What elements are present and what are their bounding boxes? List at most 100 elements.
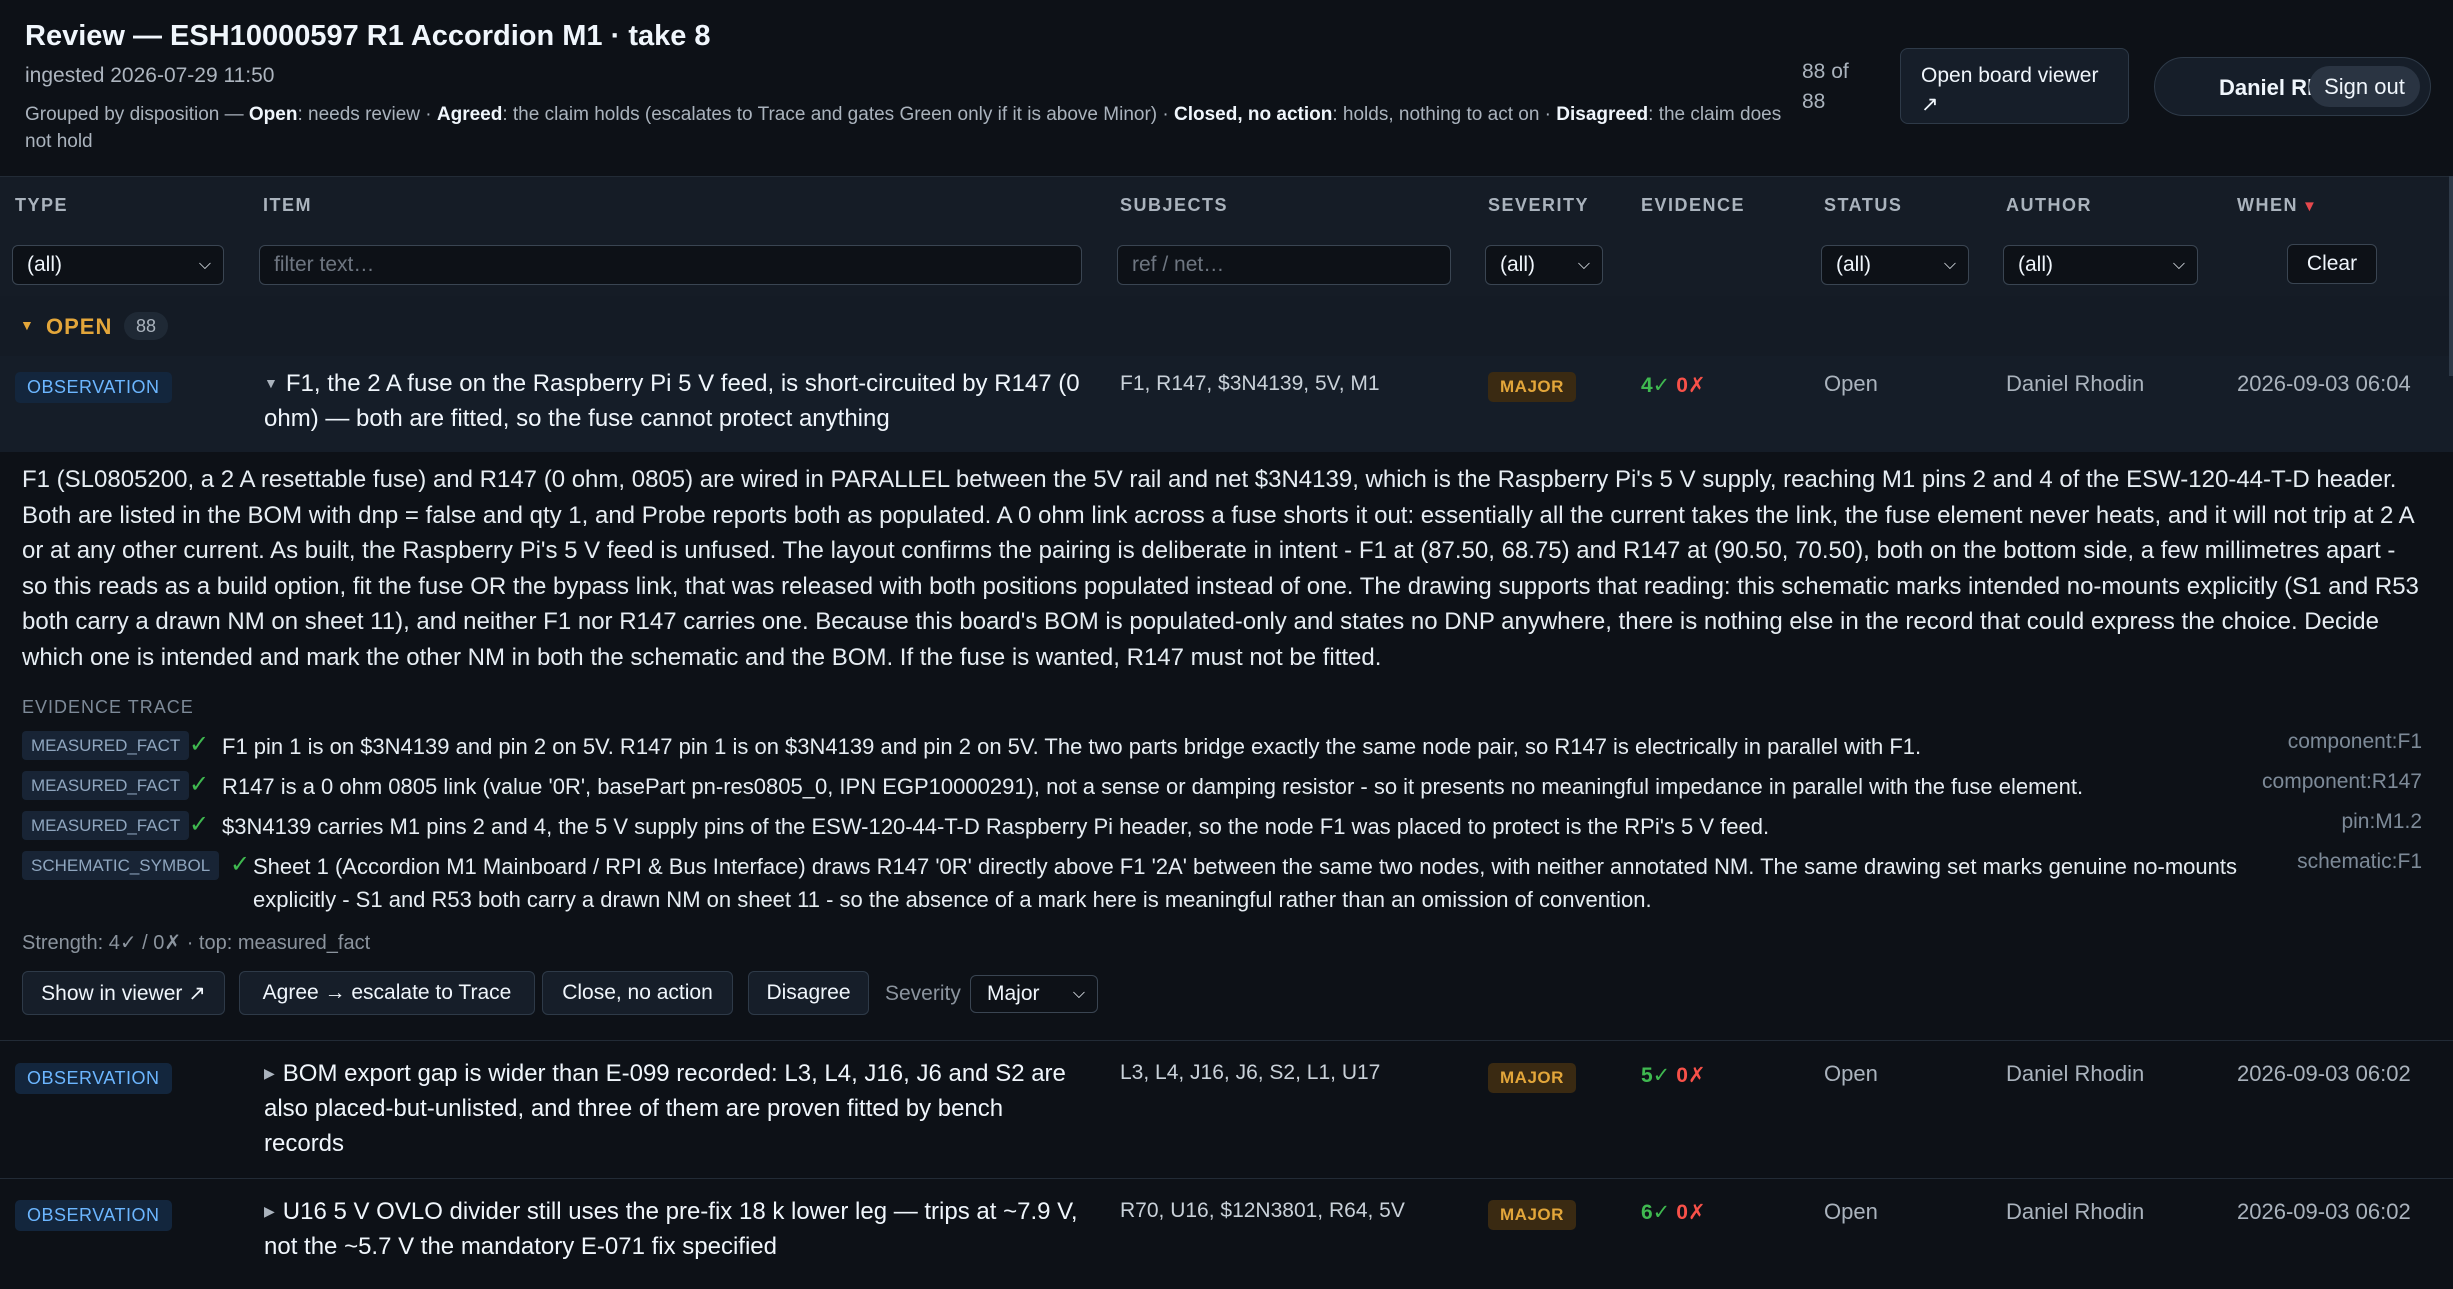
page-title: Review — ESH10000597 R1 Accordion M1 · t… — [25, 20, 711, 52]
table-row[interactable]: OBSERVATION ▶ U16 5 V OVLO divider still … — [0, 1178, 2453, 1289]
item-title: ▶ U16 5 V OVLO divider still uses the pre… — [264, 1194, 1084, 1264]
column-author[interactable]: AUTHOR — [2006, 195, 2092, 216]
subjects: F1, R147, $3N4139, 5V, M1 — [1120, 372, 1380, 395]
status: Open — [1824, 371, 1878, 396]
vertical-scrollbar[interactable] — [2449, 176, 2453, 376]
evidence-supporting: 5✓ — [1641, 1064, 1671, 1087]
item-text: F1, the 2 A fuse on the Raspberry Pi 5 V… — [264, 370, 1080, 432]
legend-open-label: Open — [248, 104, 298, 125]
severity-badge: MAJOR — [1488, 372, 1576, 402]
column-subjects[interactable]: SUBJECTS — [1120, 195, 1228, 216]
agree-escalate-button[interactable]: Agree → escalate to Trace — [239, 971, 535, 1015]
evidence-trace-heading: EVIDENCE TRACE — [22, 697, 194, 717]
filter-row: (all) ⌵ filter text… ref / net… (all) ⌵ (a… — [0, 232, 2453, 296]
group-name: OPEN — [46, 314, 113, 339]
legend-agreed-text: : the claim holds (escalates to Trace an… — [502, 104, 1174, 125]
evidence-type-badge: MEASURED_FACT — [22, 811, 190, 840]
author-filter-select[interactable]: (all) ⌵ — [2003, 245, 2198, 285]
expand-triangle-icon: ▶ — [264, 1065, 275, 1081]
page-header: Review — ESH10000597 R1 Accordion M1 · t… — [0, 0, 2453, 175]
ingested-timestamp: ingested 2026-07-29 11:50 — [25, 64, 275, 87]
subjects-filter-input[interactable]: ref / net… — [1117, 245, 1451, 285]
column-item[interactable]: ITEM — [263, 195, 312, 216]
legend-open-text: : needs review · — [297, 104, 437, 125]
evidence-score: 5✓ 0✗ — [1641, 1063, 1706, 1088]
open-board-viewer-button[interactable]: Open board viewer ↗ — [1900, 48, 2129, 124]
evidence-contradicting: 0✗ — [1676, 1201, 1706, 1224]
column-evidence[interactable]: EVIDENCE — [1641, 195, 1745, 216]
clear-filters-button[interactable]: Clear — [2287, 244, 2377, 284]
subjects: R70, U16, $12N3801, R64, 5V — [1120, 1199, 1405, 1222]
evidence-text: Sheet 1 (Accordion M1 Mainboard / RPI & … — [253, 854, 2237, 912]
subjects: L3, L4, J16, J6, S2, L1, U17 — [1120, 1061, 1381, 1084]
sign-out-button[interactable]: Sign out — [2309, 66, 2420, 107]
timestamp: 2026-09-03 06:02 — [2237, 1199, 2411, 1224]
evidence-item: MEASURED_FACT ✓ $3N4139 carries M1 pins … — [22, 810, 2422, 844]
chevron-down-icon: ⌵ — [1577, 256, 1590, 273]
chevron-down-icon: ⌵ — [2172, 256, 2185, 273]
chevron-down-icon: ⌵ — [1072, 985, 1085, 1002]
severity-select-value: Major — [987, 982, 1040, 1005]
author: Daniel Rhodin — [2006, 1061, 2145, 1086]
severity-filter-select[interactable]: (all) ⌵ — [1485, 245, 1603, 285]
evidence-score: 4✓ 0✗ — [1641, 373, 1706, 398]
status-filter-value: (all) — [1836, 253, 1871, 276]
item-title: ▶ BOM export gap is wider than E-099 reco… — [264, 1056, 1084, 1161]
evidence-type-badge: MEASURED_FACT — [22, 731, 190, 760]
user-menu: Daniel Rho... Sign out — [2154, 57, 2431, 116]
evidence-item: SCHEMATIC_SYMBOL ✓ Sheet 1 (Accordion M1… — [22, 850, 2422, 918]
group-open[interactable]: ▼ OPEN 88 — [0, 296, 2453, 356]
chevron-down-icon: ⌵ — [1943, 256, 1956, 273]
evidence-text: R147 is a 0 ohm 0805 link (value '0R', b… — [222, 774, 2084, 799]
status: Open — [1824, 1061, 1878, 1086]
row-detail-panel: F1 (SL0805200, a 2 A resettable fuse) an… — [0, 452, 2453, 1040]
type-badge: OBSERVATION — [15, 1200, 172, 1231]
check-icon: ✓ — [189, 771, 210, 798]
timestamp: 2026-09-03 06:02 — [2237, 1061, 2411, 1086]
author: Daniel Rhodin — [2006, 371, 2145, 396]
evidence-ref-link[interactable]: pin:M1.2 — [2341, 810, 2422, 834]
severity-label: Severity — [885, 982, 961, 1005]
type-filter-select[interactable]: (all) ⌵ — [12, 245, 224, 285]
chevron-down-icon: ⌵ — [198, 256, 211, 273]
disposition-legend: Grouped by disposition — Open: needs rev… — [25, 101, 1785, 155]
evidence-item: MEASURED_FACT ✓ R147 is a 0 ohm 0805 lin… — [22, 770, 2422, 804]
type-filter-value: (all) — [27, 253, 62, 276]
severity-badge: MAJOR — [1488, 1200, 1576, 1230]
evidence-text: F1 pin 1 is on $3N4139 and pin 2 on 5V. … — [222, 734, 1922, 759]
evidence-contradicting: 0✗ — [1676, 374, 1706, 397]
legend-agreed-label: Agreed — [436, 104, 503, 125]
item-text: BOM export gap is wider than E-099 recor… — [264, 1060, 1066, 1157]
evidence-ref-link[interactable]: schematic:F1 — [2297, 850, 2422, 874]
expand-triangle-icon: ▼ — [264, 375, 278, 391]
severity-select[interactable]: Major ⌵ — [970, 975, 1098, 1013]
expand-triangle-icon: ▶ — [264, 1203, 275, 1219]
evidence-strength: Strength: 4✓ / 0✗ · top: measured_fact — [22, 932, 371, 954]
table-header: TYPE ITEM SUBJECTS SEVERITY EVIDENCE STA… — [0, 176, 2453, 233]
evidence-text: $3N4139 carries M1 pins 2 and 4, the 5 V… — [222, 814, 1770, 839]
evidence-type-badge: MEASURED_FACT — [22, 771, 190, 800]
claim-description: F1 (SL0805200, a 2 A resettable fuse) an… — [22, 466, 2419, 671]
column-when[interactable]: WHEN ▼ — [2237, 195, 2318, 216]
severity-filter-value: (all) — [1500, 253, 1535, 276]
timestamp: 2026-09-03 06:04 — [2237, 371, 2411, 396]
evidence-supporting: 4✓ — [1641, 374, 1671, 397]
column-status[interactable]: STATUS — [1824, 195, 1902, 216]
table-row[interactable]: OBSERVATION ▼ F1, the 2 A fuse on the Ras… — [0, 356, 2453, 452]
column-severity[interactable]: SEVERITY — [1488, 195, 1589, 216]
evidence-contradicting: 0✗ — [1676, 1064, 1706, 1087]
evidence-ref-link[interactable]: component:F1 — [2288, 730, 2422, 754]
legend-intro: Grouped by disposition — — [25, 104, 249, 125]
status: Open — [1824, 1199, 1878, 1224]
legend-closed-label: Closed, no action — [1174, 104, 1333, 125]
close-no-action-button[interactable]: Close, no action — [542, 971, 733, 1015]
evidence-type-badge: SCHEMATIC_SYMBOL — [22, 851, 220, 880]
status-filter-select[interactable]: (all) ⌵ — [1821, 245, 1969, 285]
table-row[interactable]: OBSERVATION ▶ BOM export gap is wider tha… — [0, 1040, 2453, 1179]
disagree-button[interactable]: Disagree — [748, 971, 869, 1015]
show-in-viewer-button[interactable]: Show in viewer ↗ — [22, 971, 225, 1015]
evidence-ref-link[interactable]: component:R147 — [2262, 770, 2422, 794]
item-filter-input[interactable]: filter text… — [259, 245, 1082, 285]
legend-disagreed-label: Disagreed — [1556, 104, 1649, 125]
column-type[interactable]: TYPE — [15, 195, 68, 216]
